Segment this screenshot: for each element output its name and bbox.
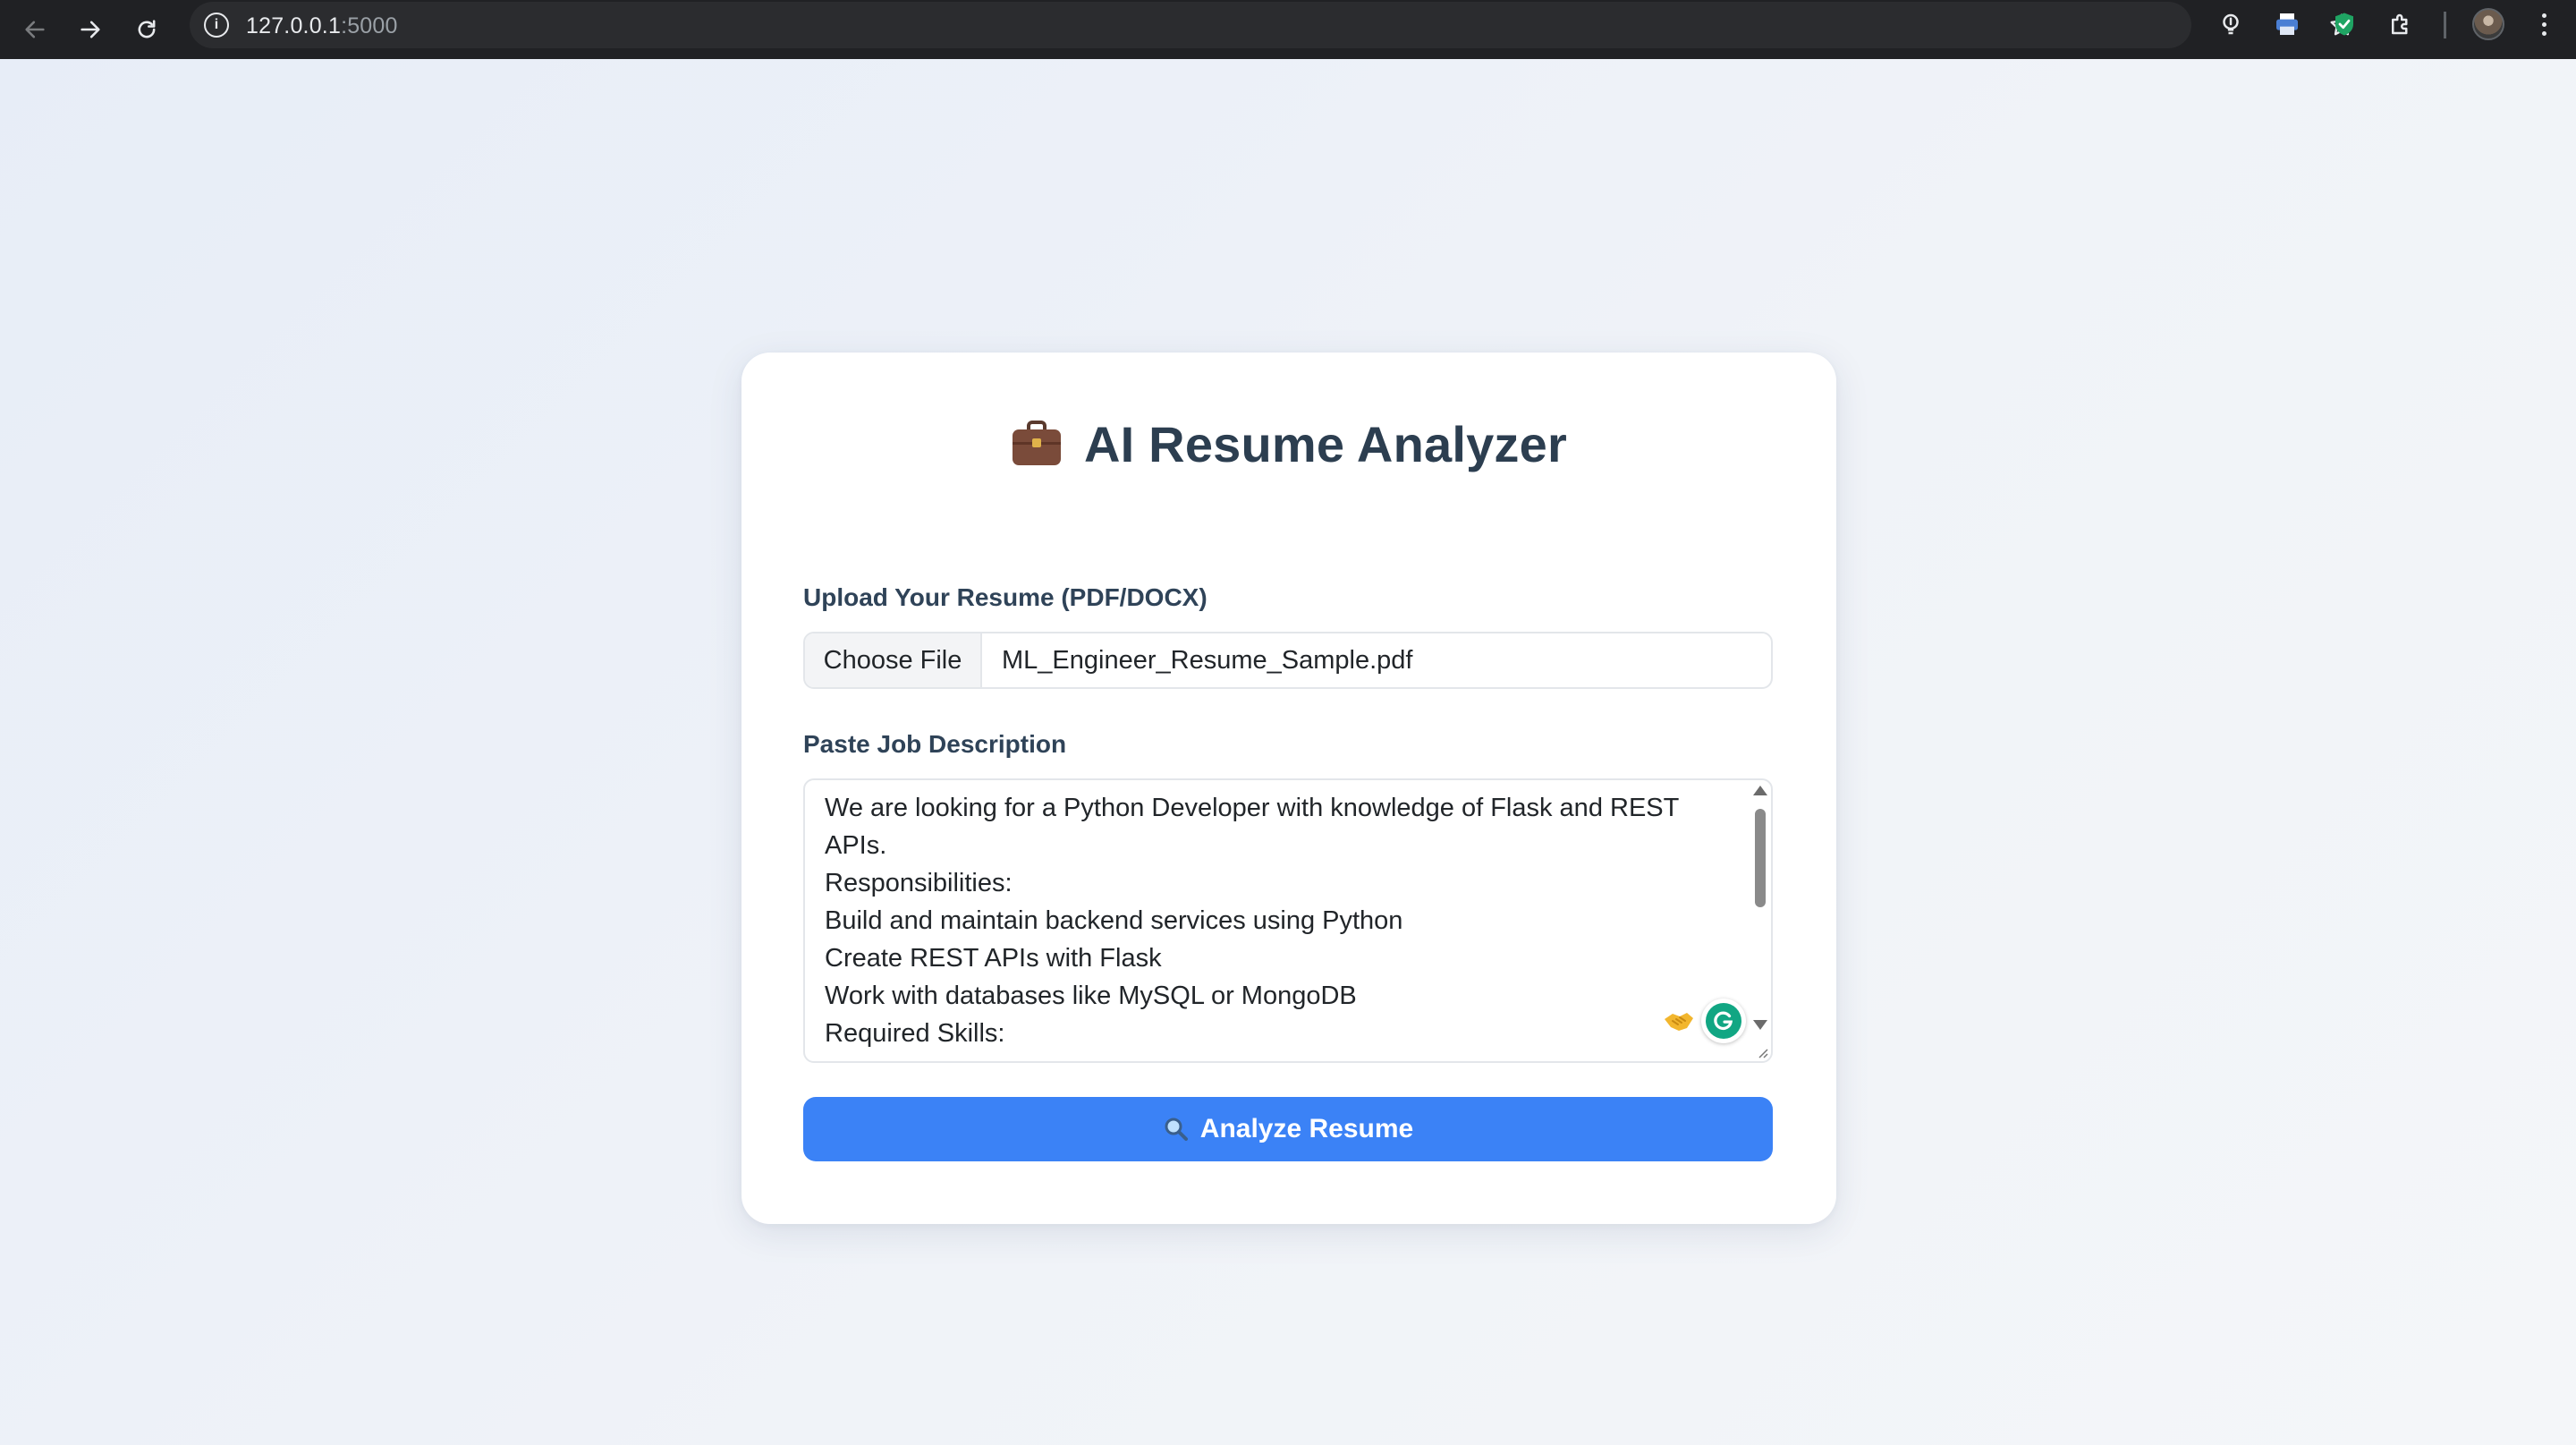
choose-file-button[interactable]: Choose File [805,633,982,687]
job-description-label: Paste Job Description [803,730,1067,758]
upload-label: Upload Your Resume (PDF/DOCX) [803,583,1208,611]
title-row: AI Resume Analyzer [741,408,1836,480]
text-line: We are looking for a Python Developer wi… [825,794,1680,822]
back-icon[interactable] [15,10,55,49]
text-line: APIs. [825,831,887,860]
extension-lightbulb-icon[interactable] [2216,9,2246,39]
url-text: 127.0.0.1:5000 [246,13,398,39]
profile-avatar[interactable] [2472,8,2504,40]
url-host: 127.0.0.1 [246,13,342,38]
address-bar[interactable]: i 127.0.0.1:5000 [190,2,2353,48]
analyze-button-label: Analyze Resume [1199,1114,1414,1143]
extensions-puzzle-icon[interactable] [2385,9,2416,39]
briefcase-icon [1013,421,1062,465]
text-line: Required Skills: [825,1019,1005,1048]
job-description-text: We are looking for a Python Developer wi… [825,789,1719,1052]
analyze-resume-button[interactable]: Analyze Resume [803,1097,1773,1161]
selected-file-name: ML_Engineer_Resume_Sample.pdf [1002,645,1413,675]
extension-shield-icon[interactable] [2329,9,2360,39]
page-title: AI Resume Analyzer [1084,415,1567,472]
browser-menu-icon[interactable] [2529,9,2558,39]
grammarly-badge [1706,1003,1741,1039]
forward-icon[interactable] [71,10,110,49]
textarea-scrollbar[interactable] [1750,780,1771,1061]
handshake-icon[interactable] [1662,1004,1696,1038]
job-description-textarea[interactable]: We are looking for a Python Developer wi… [803,778,1773,1063]
site-info-icon[interactable]: i [204,13,229,38]
text-line: Build and maintain backend services usin… [825,906,1403,935]
resize-grip-icon[interactable] [1756,1046,1768,1058]
scroll-up-arrow-icon[interactable] [1753,786,1767,795]
grammarly-icon[interactable] [1701,999,1746,1043]
url-port: :5000 [341,13,398,38]
reload-icon[interactable] [127,10,166,49]
toolbar-divider [2444,12,2446,38]
scroll-down-arrow-icon[interactable] [1753,1020,1767,1030]
magnifier-icon [1165,1118,1188,1141]
scroll-thumb[interactable] [1755,809,1766,907]
analyzer-card: AI Resume Analyzer Upload Your Resume (P… [741,353,1836,1224]
text-line: Responsibilities: [825,869,1013,897]
extension-printer-icon[interactable] [2272,9,2302,39]
resume-file-input[interactable]: Choose File ML_Engineer_Resume_Sample.pd… [803,632,1773,689]
text-line: Work with databases like MySQL or MongoD… [825,982,1357,1010]
text-line: Create REST APIs with Flask [825,944,1162,973]
browser-toolbar: i 127.0.0.1:5000 [0,0,2576,59]
page-background: AI Resume Analyzer Upload Your Resume (P… [0,59,2576,1445]
